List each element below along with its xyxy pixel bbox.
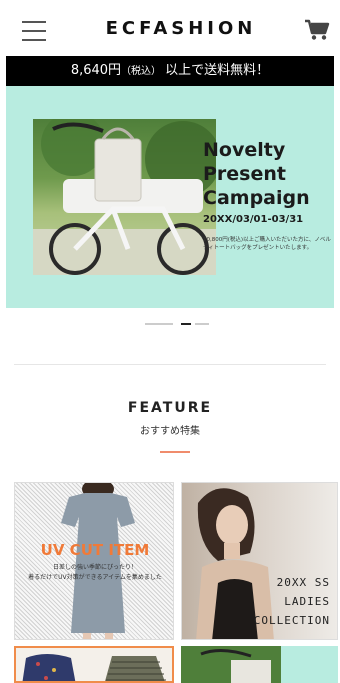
promo-tax: （税込） [121,66,162,77]
uv-card-desc-line: 着るだけでUV対策ができるアイテムを集めました [28,574,162,581]
collection-line: LADIES [284,595,330,608]
feature-card-partial-bicycle[interactable] [181,646,338,683]
free-shipping-banner[interactable]: 8,640円（税込） 以上で送料無料！ [6,56,334,86]
carousel-indicators [145,322,215,326]
shopping-cart-icon[interactable] [304,19,330,41]
feature-card-ladies-collection[interactable]: 20XX SS LADIES COLLECTION [181,482,338,640]
site-header: ECFASHION [0,0,340,56]
collection-line: COLLECTION [253,614,330,627]
promo-text: 以上で送料無料！ [165,63,270,78]
section-divider [14,364,326,365]
feature-accent-line [160,451,190,453]
hero-title: Novelty Present Campaign [203,138,331,210]
promo-price: 8,640円 [70,63,122,78]
feature-subheading: おすすめ特集 [140,426,200,437]
feature-card-partial[interactable] [14,646,174,683]
hero-date: 20XX/03/01-03/31 [203,214,304,225]
carousel-dot[interactable] [145,323,173,325]
uv-card-title: UV CUT ITEM [40,541,150,559]
uv-card-desc-line: 日差しの強い季節にぴったり！ [52,564,137,571]
site-logo[interactable]: ECFASHION [96,18,266,39]
dress-model-image [61,483,135,639]
collection-text: 20XX SS LADIES COLLECTION [252,573,330,630]
carousel-dot[interactable] [195,323,209,325]
hero-campaign-banner[interactable]: Novelty Present Campaign 20XX/03/01-03/3… [6,86,334,308]
hamburger-menu-icon[interactable] [22,21,46,41]
hero-bicycle-image [33,119,216,275]
carousel-dot-active[interactable] [181,323,191,325]
patterned-clothing-image [22,654,166,681]
hero-note: 10,800円(税込)以上ご購入いただいた方に、ノベルティトートバッグをプレゼン… [203,237,331,251]
hero-title-line: Present [203,163,286,185]
bicycle-image [181,646,281,683]
hero-title-line: Campaign [203,187,310,209]
hero-title-line: Novelty [203,139,286,161]
feature-card-uv-cut[interactable]: UV CUT ITEM 日差しの強い季節にぴったり！ 着るだけでUV対策ができる… [14,482,174,640]
collection-line: 20XX SS [276,576,330,589]
uv-card-description: 日差しの強い季節にぴったり！ 着るだけでUV対策ができるアイテムを集めました [15,563,173,583]
feature-heading: FEATURE [127,400,213,416]
